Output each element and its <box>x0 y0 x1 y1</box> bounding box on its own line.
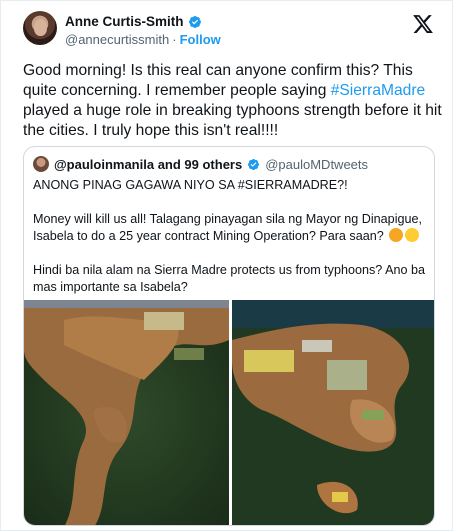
aerial-mining-photo-right[interactable] <box>231 300 434 525</box>
quoted-line-1: ANONG PINAG GAGAWA NIYO SA #SIERRAMADRE?… <box>33 178 348 192</box>
tweet-text: Good morning! Is this real can anyone co… <box>23 61 443 141</box>
author-handle-row: @annecurtissmith · Follow <box>65 32 221 47</box>
tweet-text-part-2: played a huge role in breaking typhoons … <box>23 102 442 139</box>
tweet-card: Anne Curtis-Smith @annecurtissmith · Fol… <box>0 0 453 531</box>
quoted-line-2-wrap: Money will kill us all! Talagang pinayag… <box>33 211 429 245</box>
hashtag-link[interactable]: #SierraMadre <box>331 82 425 99</box>
author-handle[interactable]: @annecurtissmith <box>65 32 169 47</box>
author-avatar[interactable] <box>23 11 57 45</box>
quoted-line-3: Hindi ba nila alam na Sierra Madre prote… <box>33 263 426 294</box>
weary-face-icon <box>405 228 420 242</box>
quoted-line-2: Money will kill us all! Talagang pinayag… <box>33 212 422 243</box>
verified-badge-icon <box>248 158 260 170</box>
separator-dot: · <box>172 32 177 47</box>
quoted-author-handle: @pauloMDtweets <box>265 156 369 172</box>
author-name-row: Anne Curtis-Smith <box>65 14 202 29</box>
quoted-author-avatar <box>33 156 49 172</box>
follow-button[interactable]: Follow <box>180 32 221 47</box>
quoted-tweet-header: @pauloinmanila and 99 others @pauloMDtwe… <box>33 156 368 172</box>
hugging-face-icon <box>389 228 404 242</box>
quoted-media <box>24 300 434 525</box>
verified-badge-icon <box>188 15 201 28</box>
quoted-author-name: @pauloinmanila and 99 others <box>54 156 243 172</box>
aerial-mining-photo-left[interactable] <box>24 300 229 525</box>
quoted-tweet[interactable]: @pauloinmanila and 99 others @pauloMDtwe… <box>23 146 435 526</box>
x-logo-icon[interactable] <box>412 13 434 35</box>
quoted-tweet-body: ANONG PINAG GAGAWA NIYO SA #SIERRAMADRE?… <box>33 177 429 313</box>
author-name[interactable]: Anne Curtis-Smith <box>65 14 184 29</box>
